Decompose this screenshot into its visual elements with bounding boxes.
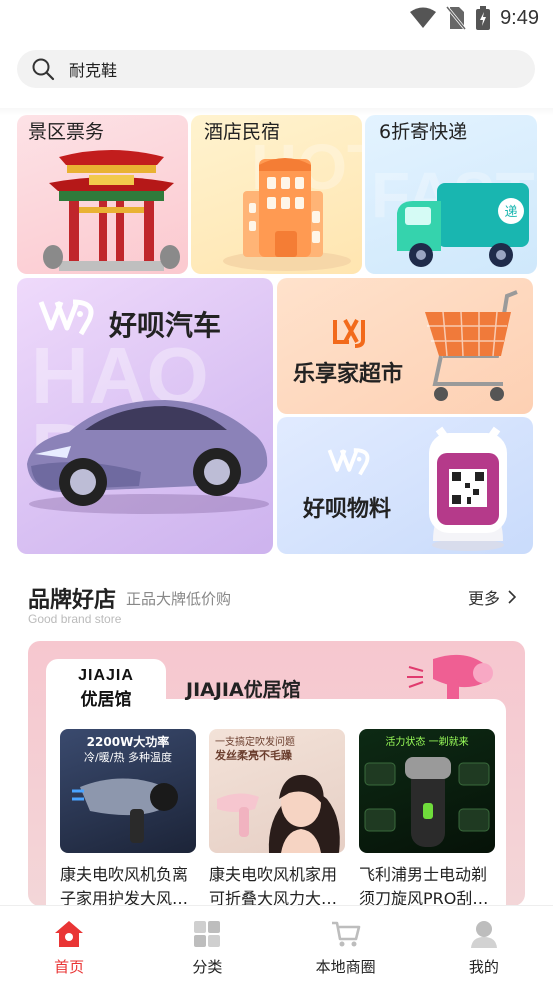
tile-label: 6折寄快递 <box>379 121 468 143</box>
cart-icon <box>331 921 360 947</box>
lexiangjia-logo-icon <box>333 319 365 348</box>
status-time: 9:49 <box>500 6 539 29</box>
nav-label: 分类 <box>192 958 223 976</box>
qr-code-stand-icon <box>429 426 507 551</box>
hotel-building-icon <box>223 158 351 271</box>
brand-section-header: 品牌好店 正品大牌低价购 Good brand store 更多 <box>28 582 528 632</box>
more-button[interactable]: 更多 <box>468 585 516 609</box>
haobei-logo-icon <box>327 448 370 476</box>
nav-item-local-business[interactable]: 本地商圈 <box>277 906 415 983</box>
status-bar: 9:49 <box>0 0 553 38</box>
battery-charging-icon <box>476 6 491 30</box>
tile-label: 好呗汽车 <box>109 309 222 342</box>
product-card[interactable]: 2200W大功率 冷/暖/热 多种温度 康夫电吹风机负离子家用护发大风… <box>60 729 196 906</box>
nav-label: 我的 <box>468 958 499 976</box>
tile-label: 酒店民宿 <box>204 121 281 143</box>
haobei-logo-icon <box>38 299 94 336</box>
tile-label: 乐享家超市 <box>293 362 404 387</box>
wifi-icon <box>410 7 437 28</box>
search-icon <box>32 58 55 81</box>
product-image: 一支搞定吹发问题 发丝柔亮不毛躁 <box>209 729 345 853</box>
tile-scenic-tickets[interactable]: 景区票务 <box>17 115 188 274</box>
nav-label: 首页 <box>54 958 85 976</box>
nav-item-category[interactable]: 分类 <box>138 906 276 983</box>
shopping-cart-icon <box>425 290 518 401</box>
bottom-nav: 首页 分类 本地商圈 我的 <box>0 905 553 983</box>
search-input[interactable]: 耐克鞋 <box>69 57 117 81</box>
tile-supplies[interactable]: 好呗物料 <box>277 417 533 554</box>
tile-hotel[interactable]: HOT 酒店民宿 <box>191 115 362 274</box>
chevron-right-icon <box>508 590 516 604</box>
home-icon <box>55 921 84 947</box>
tile-express[interactable]: FAST 6折寄快递 递 <box>365 115 537 274</box>
tile-auto[interactable]: HAO BEI 好呗汽车 <box>17 278 273 554</box>
product-card[interactable]: 活力状态 一剃就来 飞利浦男士电动剃须刀旋风PRO刮… <box>359 729 495 906</box>
nav-label: 本地商圈 <box>315 958 376 976</box>
brand-logo: JIAJIA 优居馆 <box>46 659 166 717</box>
more-label: 更多 <box>467 589 500 608</box>
section-subtitle-en: Good brand store <box>28 612 122 626</box>
brand-store-card[interactable]: JIAJIA 优居馆 JIAJIA优居馆 2200W大功率 冷/暖/热 多种温度… <box>28 641 525 906</box>
nav-item-profile[interactable]: 我的 <box>415 906 553 983</box>
chinese-gate-icon <box>43 150 180 271</box>
product-title: 康夫电吹风机负离子家用护发大风… <box>60 865 189 906</box>
section-subtitle: 正品大牌低价购 <box>126 590 232 608</box>
brand-name: JIAJIA优居馆 <box>186 679 301 701</box>
tile-label: 好呗物料 <box>303 497 392 522</box>
product-badge-line1: 一支搞定吹发问题 <box>215 737 295 748</box>
svg-text:递: 递 <box>504 205 517 220</box>
hair-dryer-icon <box>72 778 178 843</box>
nav-item-home[interactable]: 首页 <box>0 906 138 983</box>
section-title: 品牌好店 <box>28 588 117 613</box>
product-card[interactable]: 一支搞定吹发问题 发丝柔亮不毛躁 康夫电吹风机家用可折叠大风力大… <box>209 729 345 906</box>
model-with-dryer-icon <box>217 774 340 853</box>
delivery-truck-icon: 递 <box>397 183 529 267</box>
product-badge-line1: 活力状态 一剃就来 <box>385 737 469 748</box>
no-sim-icon <box>446 6 467 30</box>
brand-logo-en: JIAJIA <box>78 666 134 684</box>
product-title: 康夫电吹风机家用可折叠大风力大… <box>209 865 338 906</box>
product-badge-line2: 冷/暖/热 多种温度 <box>84 751 172 764</box>
tile-label: 景区票务 <box>28 121 105 143</box>
search-bar[interactable]: 耐克鞋 <box>17 50 535 88</box>
category-icon <box>194 921 221 947</box>
profile-icon <box>470 921 497 948</box>
product-image: 活力状态 一剃就来 <box>359 729 495 853</box>
product-image: 2200W大功率 冷/暖/热 多种温度 <box>60 729 196 853</box>
product-title: 飞利浦男士电动剃须刀旋风PRO刮… <box>359 865 489 906</box>
brand-logo-cn: 优居馆 <box>80 689 132 710</box>
status-icons: 9:49 <box>410 6 539 30</box>
product-badge-line1: 2200W大功率 <box>86 735 170 749</box>
sports-car-icon <box>27 400 269 514</box>
tile-supermarket[interactable]: 乐享家超市 <box>277 278 533 414</box>
electric-shaver-icon <box>364 757 490 847</box>
